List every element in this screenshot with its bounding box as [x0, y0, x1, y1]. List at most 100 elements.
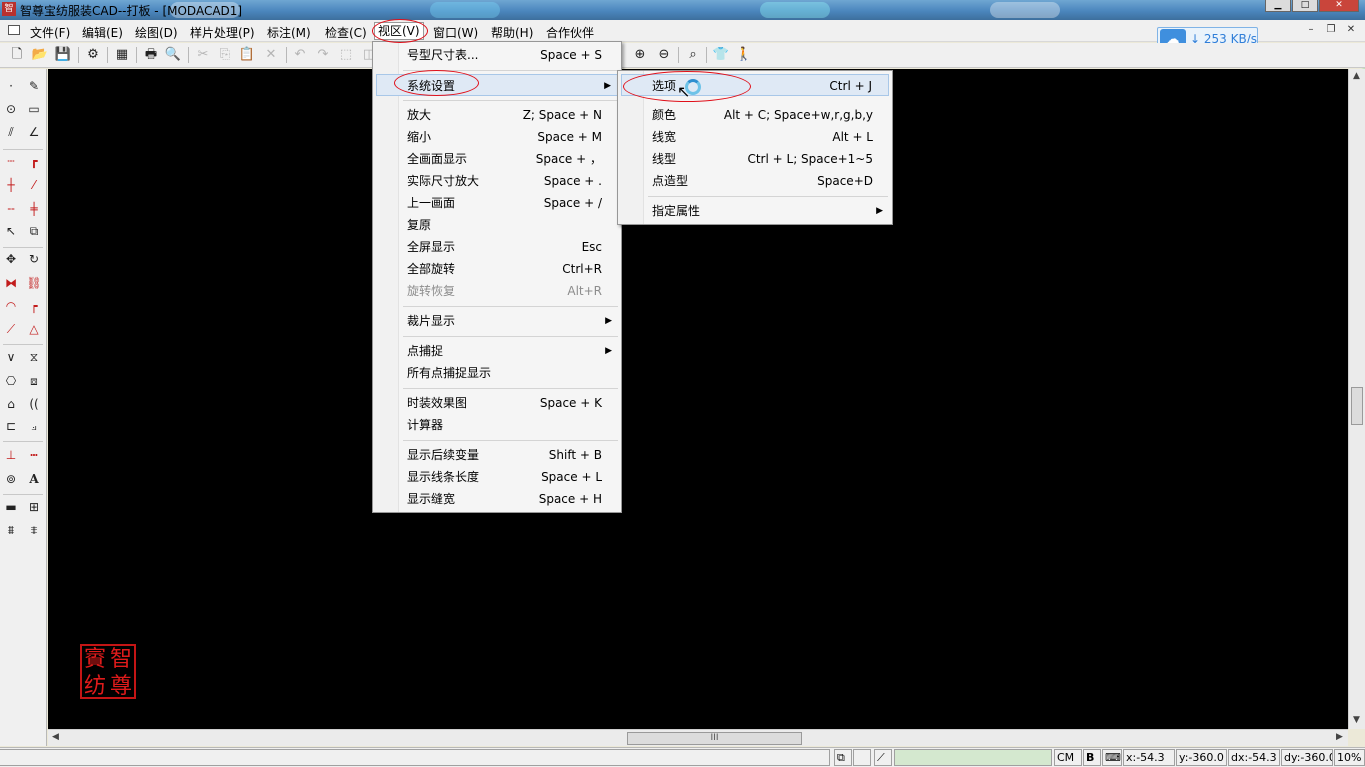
- angle-tool-icon[interactable]: ∠: [25, 123, 43, 141]
- menu-draw[interactable]: 绘图(D): [135, 24, 178, 41]
- fashion-icon[interactable]: 👕: [712, 46, 730, 64]
- menu-item-options[interactable]: 选项 Ctrl + J: [621, 74, 889, 96]
- menu-item-line-width[interactable]: 线宽 Alt + L: [652, 126, 873, 148]
- unit-indicator[interactable]: CM: [1054, 749, 1082, 766]
- menu-item-restore[interactable]: 复原: [407, 214, 602, 236]
- print-preview-icon[interactable]: 🔍: [164, 46, 182, 64]
- menu-item-point-snap[interactable]: 点捕捉 ▶: [407, 340, 612, 362]
- select-all-icon[interactable]: ⬚: [337, 46, 355, 64]
- menu-item-fullscreen[interactable]: 全屏显示 Esc: [407, 236, 602, 258]
- menu-partners[interactable]: 合作伙伴: [546, 24, 594, 41]
- join-line-icon[interactable]: ╪: [25, 200, 43, 218]
- mdi-restore-icon[interactable]: ❐: [1323, 24, 1339, 38]
- pen-tool-icon[interactable]: ✎: [25, 77, 43, 95]
- menu-item-system-settings[interactable]: 系统设置 ▶: [376, 74, 620, 96]
- scroll-right-icon[interactable]: ▶: [1336, 732, 1343, 742]
- menu-item-line-type[interactable]: 线型 Ctrl + L; Space+1~5: [652, 148, 873, 170]
- keyboard-icon[interactable]: ⌨: [1102, 749, 1122, 766]
- menu-item-rotate-restore[interactable]: 旋转恢复 Alt+R: [407, 280, 602, 302]
- arc-tool-icon[interactable]: ((: [25, 395, 43, 413]
- stitch-tool-icon[interactable]: ┅: [25, 446, 43, 464]
- corner-tool-icon[interactable]: ┍: [25, 297, 43, 315]
- undo-icon[interactable]: ↶: [291, 46, 309, 64]
- menu-help[interactable]: 帮助(H): [491, 24, 533, 41]
- menu-view[interactable]: 视区(V): [374, 22, 424, 40]
- pattern-tool-icon[interactable]: ⊞: [25, 498, 43, 516]
- ruler-tool-icon[interactable]: ▬: [2, 498, 20, 516]
- menu-item-point-style[interactable]: 点造型 Space+D: [652, 170, 873, 192]
- select-arrow-icon[interactable]: ↖: [2, 222, 20, 240]
- zoom-out-icon[interactable]: ⊖: [655, 46, 673, 64]
- paste-icon[interactable]: 📋: [238, 46, 256, 64]
- piece-tool-icon[interactable]: ⩨: [25, 521, 43, 539]
- notch-tool-icon[interactable]: ∨: [2, 348, 20, 366]
- grain-tool-icon[interactable]: ⊥: [2, 446, 20, 464]
- layout-icon[interactable]: ▦: [113, 46, 131, 64]
- grading-tool-icon[interactable]: ⩩: [2, 521, 20, 539]
- menu-item-actual-size[interactable]: 实际尺寸放大 Space + .: [407, 170, 602, 192]
- menu-item-zoom-in[interactable]: 放大 Z; Space + N: [407, 104, 602, 126]
- text-tool-icon[interactable]: A: [25, 470, 43, 488]
- cross-line-icon[interactable]: ┼: [2, 176, 20, 194]
- grade-icon[interactable]: ⚙: [84, 46, 102, 64]
- mdi-close-icon[interactable]: ✕: [1343, 24, 1359, 38]
- menu-item-colors[interactable]: 颜色 Alt + C; Space+w,r,g,b,y: [652, 104, 873, 126]
- horizontal-scroll-thumb[interactable]: III: [627, 732, 802, 745]
- figure-icon[interactable]: 🚶: [735, 46, 753, 64]
- line-tool-icon[interactable]: ┄: [2, 152, 20, 170]
- horizontal-scrollbar[interactable]: ◀ III ▶: [48, 729, 1348, 746]
- menu-item-rotate-all[interactable]: 全部旋转 Ctrl+R: [407, 258, 602, 280]
- split-line-icon[interactable]: ╌: [2, 200, 20, 218]
- menu-item-previous-view[interactable]: 上一画面 Space + /: [407, 192, 602, 214]
- menu-file[interactable]: 文件(F): [30, 24, 70, 41]
- slant-line-icon[interactable]: ⁄: [25, 176, 43, 194]
- menu-item-fit-all[interactable]: 全画面显示 Space + ，: [407, 148, 602, 170]
- perpendicular-tool-icon[interactable]: ┏: [25, 152, 43, 170]
- dart-tool-icon[interactable]: ⟋: [2, 320, 20, 338]
- rotate-tool-icon[interactable]: ↻: [25, 250, 43, 268]
- triangle-tool-icon[interactable]: △: [25, 320, 43, 338]
- vertical-scroll-thumb[interactable]: [1351, 387, 1363, 425]
- move-box-icon[interactable]: ⧉: [25, 222, 43, 240]
- zoom-in-icon[interactable]: ⊕: [631, 46, 649, 64]
- circle-tool-icon[interactable]: ⊙: [2, 100, 20, 118]
- fold-tool-icon[interactable]: ⎔: [2, 372, 20, 390]
- menu-item-size-table[interactable]: 号型尺寸表... Space + S: [407, 44, 602, 66]
- close-icon[interactable]: ✕: [1319, 0, 1359, 12]
- seam-tool-icon[interactable]: ⊏: [2, 417, 20, 435]
- curve-tool-icon[interactable]: ◠: [2, 297, 20, 315]
- mdi-minimize-icon[interactable]: –: [1303, 24, 1319, 38]
- target-tool-icon[interactable]: ⊚: [2, 470, 20, 488]
- mirror-tool-icon[interactable]: ⧓: [2, 274, 20, 292]
- copy-icon[interactable]: ⎘: [216, 46, 234, 64]
- redo-icon[interactable]: ↷: [314, 46, 332, 64]
- rectangle-tool-icon[interactable]: ▭: [25, 100, 43, 118]
- gather-tool-icon[interactable]: ⧈: [25, 372, 43, 390]
- move-tool-icon[interactable]: ✥: [2, 250, 20, 268]
- menu-item-zoom-out[interactable]: 缩小 Space + M: [407, 126, 602, 148]
- scroll-down-icon[interactable]: ▼: [1353, 715, 1360, 725]
- menu-annotate[interactable]: 标注(M): [267, 24, 311, 41]
- menu-check[interactable]: 检查(C): [325, 24, 367, 41]
- maximize-icon[interactable]: □: [1292, 0, 1318, 12]
- snap-toggle-icon[interactable]: ⧉: [834, 749, 852, 766]
- link-tool-icon[interactable]: ⛓: [25, 274, 43, 292]
- scroll-left-icon[interactable]: ◀: [52, 732, 59, 742]
- parallel-tool-icon[interactable]: ⫽: [2, 123, 20, 141]
- ortho-toggle-icon[interactable]: ⟋: [874, 749, 892, 766]
- menu-item-show-line-length[interactable]: 显示线条长度 Space + L: [407, 466, 602, 488]
- button-tool-icon[interactable]: ⌂: [2, 395, 20, 413]
- point-tool-icon[interactable]: ·: [2, 77, 20, 95]
- menu-item-assign-attributes[interactable]: 指定属性 ▶: [652, 200, 883, 222]
- menu-item-piece-display[interactable]: 裁片显示 ▶: [407, 310, 612, 332]
- save-icon[interactable]: 💾: [54, 46, 72, 64]
- grid-toggle-icon[interactable]: [853, 749, 871, 766]
- print-icon[interactable]: 🖶: [142, 46, 160, 64]
- menu-item-calculator[interactable]: 计算器: [407, 414, 602, 436]
- menu-item-show-all-snaps[interactable]: 所有点捕捉显示: [407, 362, 602, 384]
- scroll-up-icon[interactable]: ▲: [1353, 71, 1360, 81]
- new-file-icon[interactable]: 🗋: [8, 46, 26, 64]
- menu-piece[interactable]: 样片处理(P): [190, 24, 255, 41]
- menu-item-show-seam-width[interactable]: 显示缝宽 Space + H: [407, 488, 602, 510]
- cut-icon[interactable]: ✂: [194, 46, 212, 64]
